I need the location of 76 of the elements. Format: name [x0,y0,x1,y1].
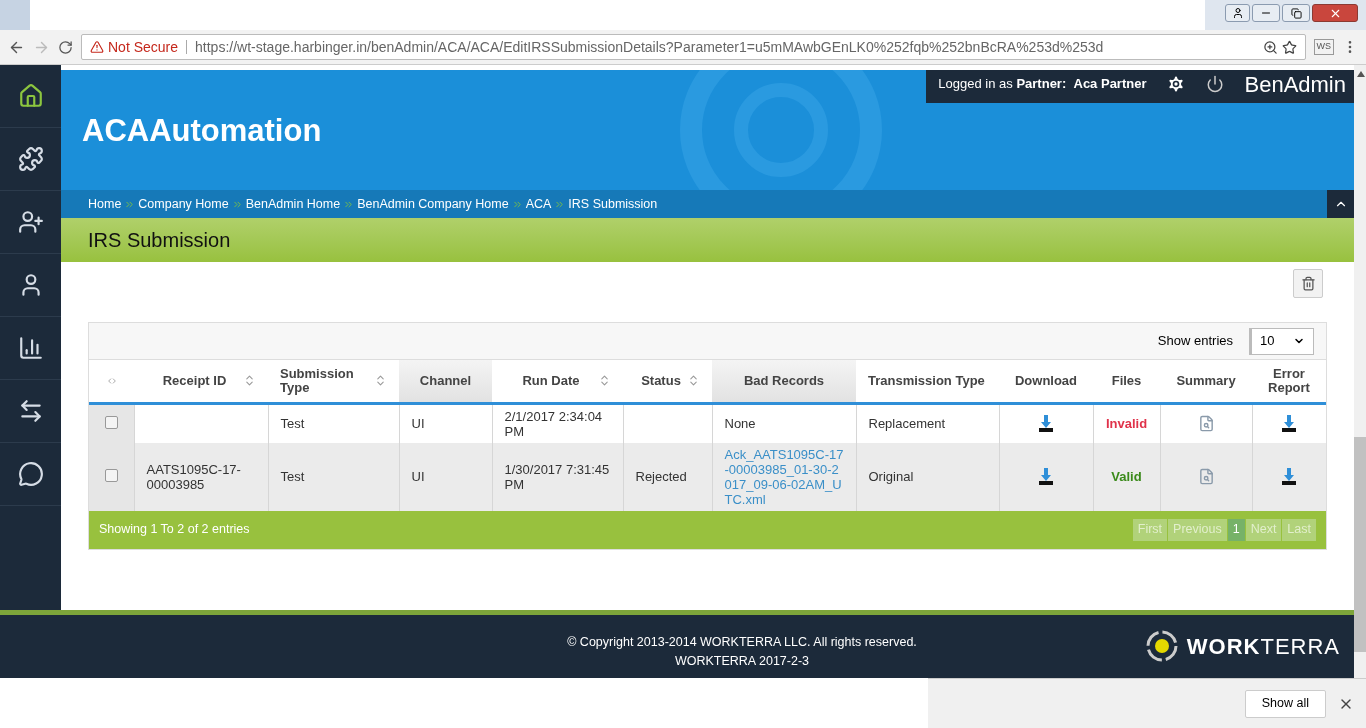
table-cell: Test [280,469,305,484]
column-toggle-icon[interactable] [106,375,117,386]
pagination-button[interactable]: 1 [1227,518,1245,541]
version-text: WORKTERRA 2017-2-3 [674,652,810,670]
zoom-icon[interactable] [1262,39,1278,55]
warning-icon [90,40,104,54]
security-label: Not Secure [108,37,179,57]
restore-button[interactable] [1282,4,1310,22]
table-cell: Rejected [635,469,687,484]
login-status: Logged in as Partner: Aca Partner [938,75,1147,94]
minimize-button[interactable] [1252,4,1280,22]
column-header: Transmission Type [868,373,986,388]
table-cell: AATS1095C-17-00003985 [146,461,241,492]
show-all-button[interactable]: Show all [1244,689,1326,718]
table-cell: Original [868,469,914,484]
file-status: Valid [1111,469,1142,484]
power-icon[interactable] [1206,75,1225,93]
column-header[interactable]: Status [635,373,687,388]
column-header[interactable]: Receipt ID [146,373,243,388]
summary-icon[interactable] [1197,415,1215,432]
logo-icon [1144,629,1179,663]
show-entries-label: Show entries [1157,332,1233,351]
file-status: Invalid [1105,416,1148,431]
workterra-logo: WORKTERRA [1186,632,1340,661]
table-cell: Replacement [868,416,946,431]
breadcrumb-link[interactable]: Company Home [138,194,229,214]
table-cell: 2/1/2017 2:34:04 PM [504,408,603,439]
column-header: Files [1110,373,1143,388]
trash-icon [1300,276,1316,291]
brand-name: BenAdmin [1244,70,1346,99]
column-header: Error Report [1267,366,1311,395]
user-plus-icon[interactable] [17,209,44,235]
breadcrumb-link[interactable]: ACA [525,194,552,214]
scrollbar-thumb[interactable] [1354,437,1366,652]
column-header: Bad Records [742,373,826,388]
close-button[interactable] [1312,4,1358,22]
extension-icon[interactable]: WS [1313,39,1334,55]
table-info: Showing 1 To 2 of 2 entries [99,521,250,539]
download-icon[interactable] [1038,467,1054,486]
table-cell: 1/30/2017 7:31:45 PM [504,461,610,492]
site-title: ACAAutomation [82,112,322,150]
bookmark-icon[interactable] [1281,39,1297,55]
column-header: Channel [418,373,473,388]
address-field[interactable]: Not Secure https://wt-stage.harbinger.in/benAdmin/ACA/ACA/EditIRSSubmissionDetails?Parameter1=u5mMAwbGEnLK0%252fqb%252bnBcRA%253d%253d [81,34,1306,60]
table-cell: UI [411,416,425,431]
user-icon [1231,7,1244,19]
page-title: IRS Submission [88,228,231,253]
column-header[interactable]: Submission Type [280,366,374,395]
profile-button[interactable] [1225,4,1250,22]
page-size-select[interactable]: 10 [1249,327,1314,355]
restore-icon [1290,7,1302,19]
column-header: Download [1013,373,1079,388]
url-text: https://wt-stage.harbinger.in/benAdmin/ACA/ACA/EditIRSSubmissionDetails?Parameter1=u5mMAwbGEnLK0%252fqb%252bnBcRA%253d%253d [195,37,1104,57]
breadcrumb-link[interactable]: IRS Submission [568,194,658,214]
table-cell: UI [411,469,425,484]
breadcrumb-link[interactable]: BenAdmin Home [245,194,341,214]
chat-icon[interactable] [17,461,44,487]
bar-chart-icon[interactable] [17,335,44,361]
breadcrumb-link[interactable]: BenAdmin Company Home [357,194,509,214]
breadcrumb-link[interactable]: Home [88,194,122,214]
column-header[interactable]: Run Date [504,373,598,388]
reload-icon[interactable] [58,39,73,55]
download-icon[interactable] [1038,414,1054,433]
table-cell: Test [280,416,305,431]
copyright-text: © Copyright 2013-2014 WORKTERRA LLC. All rights reserved. [567,633,917,651]
row-checkbox[interactable] [104,468,118,482]
puzzle-icon[interactable] [17,146,44,172]
scroll-up-icon[interactable] [1357,71,1365,77]
delete-button[interactable] [1293,269,1323,298]
download-icon[interactable] [1281,414,1298,433]
row-checkbox[interactable] [104,415,118,429]
download-icon[interactable] [1281,467,1298,486]
column-header: Summary [1175,373,1237,388]
file-link[interactable]: Ack_AATS1095C-17-00003985_01-30-2017_09-06-02AM_UTC.xml [724,446,844,507]
table-cell: None [724,416,756,431]
home-icon[interactable] [17,83,44,109]
